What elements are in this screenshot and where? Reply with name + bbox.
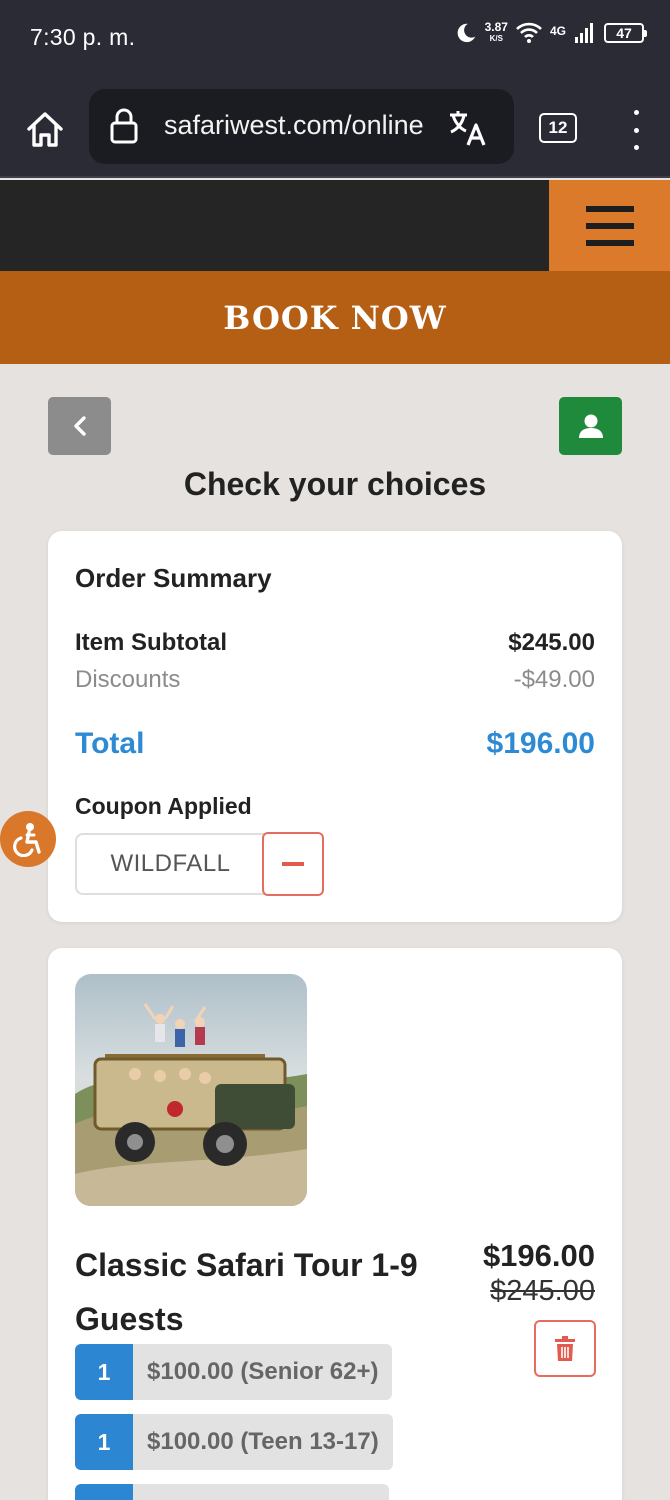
status-bar: 7:30 p. m. 3.87 K/S 4G 47 [0,0,670,78]
accessibility-icon [13,823,41,857]
item-price: $196.00 [482,1238,595,1273]
ticket-quantity[interactable]: 1 [75,1414,133,1470]
order-summary-title: Order Summary [75,563,272,593]
user-icon [578,414,603,438]
translate-icon[interactable] [447,107,489,157]
total-value: $196.00 [486,727,595,760]
book-now-button[interactable]: BOOK NOW [0,271,670,364]
trash-icon [555,1335,575,1361]
network-speed: 3.87 K/S [484,20,508,43]
subtotal-value: $245.00 [508,629,595,656]
ticket-description [133,1484,389,1500]
coupon-code-field[interactable]: WILDFALL [75,833,264,895]
accessibility-button[interactable] [0,811,56,867]
moon-icon [457,23,475,43]
site-header [0,180,670,271]
total-label: Total [75,727,145,760]
page-title: Check your choices [183,466,487,502]
ticket-quantity[interactable]: 1 [75,1344,133,1400]
signal-icon [575,23,593,43]
browser-toolbar: safariwest.com/online 12 [0,78,670,178]
item-original-price: $245.00 [490,1275,595,1307]
order-summary-card: Order Summary Item Subtotal $245.00 Disc… [48,531,622,922]
coupon-label: Coupon Applied [75,793,252,819]
minus-icon [282,862,304,866]
wifi-icon [516,22,542,43]
discount-label: Discounts [75,666,181,693]
status-time: 7:30 p. m. [30,24,136,50]
hamburger-icon[interactable] [549,180,670,271]
home-icon [27,112,63,147]
tour-image [75,974,307,1206]
cart-item-card: Classic Safari Tour 1-9 Guests $196.00 $… [48,948,622,1500]
back-button[interactable] [48,397,111,455]
ticket-description: $100.00 (Senior 62+) [133,1344,393,1400]
ticket-quantity[interactable] [75,1484,133,1500]
browser-menu-icon[interactable] [624,110,648,150]
account-button[interactable] [559,397,622,455]
subtotal-label: Item Subtotal [75,629,228,656]
url-text[interactable]: safariwest.com/online [164,110,426,144]
remove-coupon-button[interactable] [262,832,324,896]
ticket-line[interactable]: 1 $100.00 (Teen 13-17) [75,1414,393,1470]
remove-item-button[interactable] [534,1320,596,1377]
tab-switcher-button[interactable]: 12 [539,113,577,143]
address-bar[interactable]: safariwest.com/online [89,89,514,164]
ticket-line[interactable] [75,1484,389,1500]
tour-title: Classic Safari Tour 1-9 Guests [75,1247,418,1337]
battery-indicator: 47 [604,23,647,43]
lock-icon [110,108,138,144]
discount-value: -$49.00 [513,666,595,693]
chevron-left-icon [73,416,86,436]
network-type: 4G [549,24,566,38]
status-icons: 3.87 K/S 4G 47 [455,20,647,44]
ticket-description: $100.00 (Teen 13-17) [133,1414,393,1470]
ticket-line[interactable]: 1 $100.00 (Senior 62+) [75,1344,393,1400]
home-button[interactable] [22,106,68,152]
